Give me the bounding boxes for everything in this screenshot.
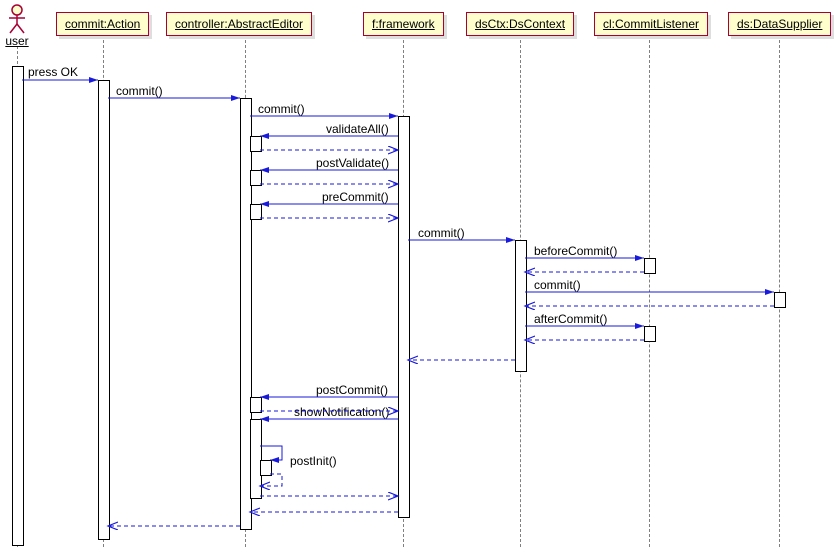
msg-commit2: commit()	[258, 102, 305, 116]
activation-postvalidate	[250, 170, 262, 186]
msg-shownotif: showNotification()	[294, 405, 389, 419]
activation-aftercommit	[644, 326, 656, 342]
msg-validateall: validateAll()	[326, 122, 389, 136]
msg-aftercommit: afterCommit()	[534, 312, 607, 326]
participant-controller: controller:AbstractEditor	[166, 12, 312, 36]
msg-precommit: preCommit()	[322, 190, 389, 204]
activation-shownotif	[250, 419, 262, 499]
activation-ds-commit	[774, 292, 786, 308]
msg-press-ok: press OK	[28, 65, 78, 79]
msg-postcommit: postCommit()	[316, 383, 388, 397]
activation-commit	[98, 80, 110, 540]
stickman-icon	[4, 4, 30, 34]
msg-commit3: commit()	[418, 226, 465, 240]
activation-postcommit	[250, 397, 262, 413]
actor-user: user	[4, 4, 30, 48]
lifeline-cl	[649, 40, 650, 547]
activation-dsctx	[515, 240, 527, 372]
participant-dsctx: dsCtx:DsContext	[466, 12, 574, 36]
sequence-diagram: user commit:Action controller:AbstractEd…	[0, 0, 838, 557]
actor-label: user	[4, 34, 30, 48]
activation-validate	[250, 136, 262, 152]
activation-beforecommit	[644, 258, 656, 274]
activation-framework	[398, 116, 410, 518]
participant-commit: commit:Action	[56, 12, 149, 36]
activation-precommit	[250, 204, 262, 220]
activation-postinit	[260, 460, 272, 476]
msg-beforecommit: beforeCommit()	[534, 244, 617, 258]
participant-framework: f:framework	[363, 12, 444, 36]
participant-cl: cl:CommitListener	[594, 12, 708, 36]
msg-commit1: commit()	[116, 84, 163, 98]
msg-postinit: postInit()	[290, 454, 337, 468]
activation-user	[12, 66, 24, 546]
participant-ds: ds:DataSupplier	[728, 12, 831, 36]
msg-commit4: commit()	[534, 278, 581, 292]
msg-postvalidate: postValidate()	[316, 156, 389, 170]
